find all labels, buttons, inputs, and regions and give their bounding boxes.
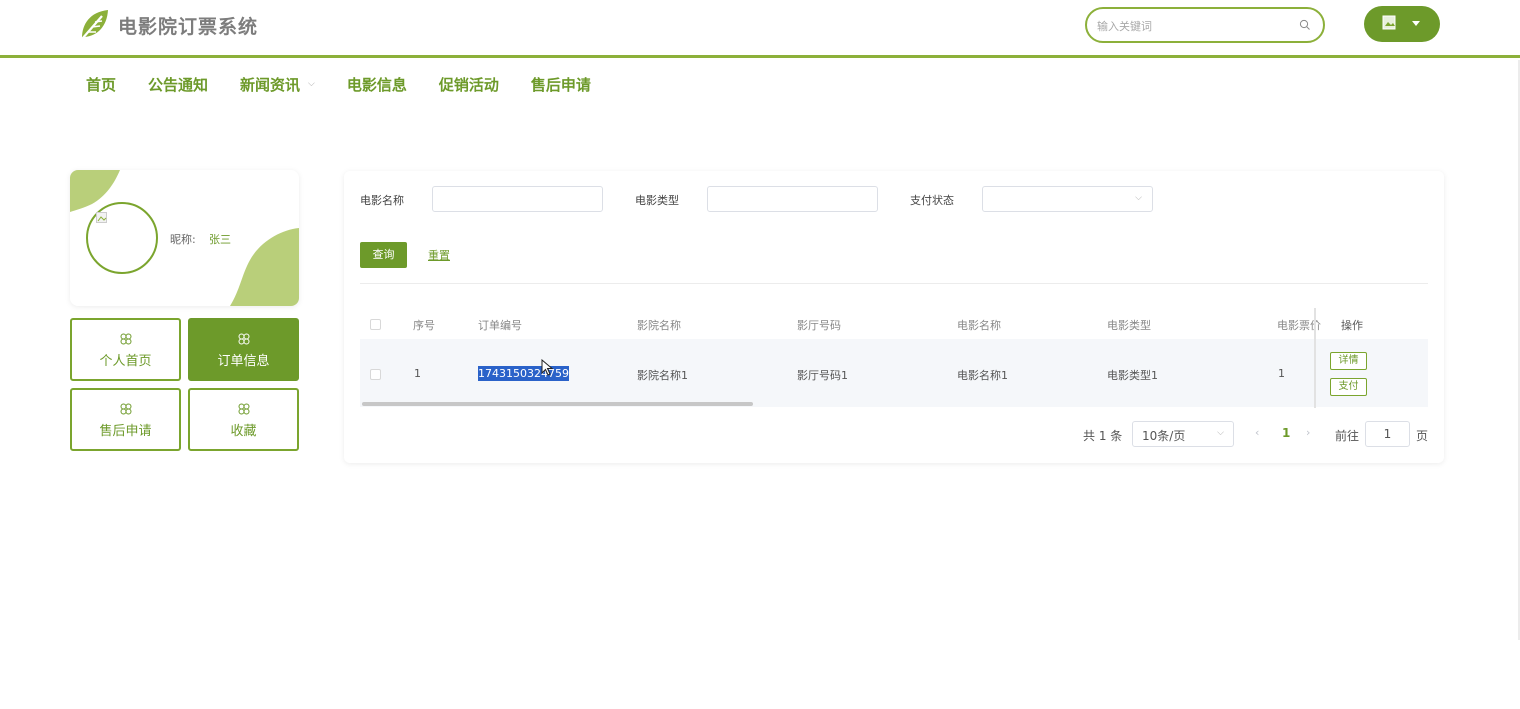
cell-hall: 影厅号码1 [797,369,848,382]
detail-button[interactable]: 详情 [1330,352,1367,370]
row-checkbox[interactable] [370,369,381,380]
table-row[interactable]: 1 1743150324759 影院名称1 影厅号码1 电影名称1 电影类型1 … [360,339,1428,407]
main-nav: 首页 公告通知 新闻资讯 ⌵ 电影信息 促销活动 售后申请 [86,72,623,96]
pay-status-filter-label: 支付状态 [910,194,954,207]
nickname-value: 张三 [209,233,231,246]
actions-column: 详情 支付 [1314,308,1412,408]
page-size-select[interactable]: 10条/页 ⌵ [1132,421,1234,447]
clover-icon [120,403,131,415]
table-header: 序号 订单编号 影院名称 影厅号码 电影名称 电影类型 电影票价 操作 [360,311,1428,339]
nav-item-after-sales[interactable]: 售后申请 [531,72,591,96]
nav-label: 促销活动 [438,75,499,94]
column-header: 序号 [413,319,435,332]
search-box[interactable] [1085,7,1325,43]
column-header: 电影名称 [957,319,1001,332]
movie-type-filter-label: 电影类型 [635,194,679,207]
movie-type-input[interactable] [707,186,878,212]
profile-card: 昵称: 张三 [70,170,299,306]
goto-label: 前往 [1335,429,1360,443]
nav-label: 公告通知 [148,75,209,94]
chevron-down-icon [1412,21,1420,26]
cell-movie: 电影名称1 [957,369,1008,382]
prev-page-icon[interactable]: ‹ [1255,426,1259,439]
user-menu-button[interactable] [1364,6,1440,42]
query-button[interactable]: 查询 [360,242,407,268]
chevron-down-icon: ⌵ [1217,428,1224,438]
side-menu-label: 订单信息 [217,354,270,369]
clover-icon [238,403,249,415]
side-menu-label: 个人首页 [99,354,152,369]
side-menu-orders[interactable]: 订单信息 [188,318,299,381]
column-header: 影院名称 [637,319,681,332]
page-size-value: 10条/页 [1142,429,1186,443]
goto-page-input[interactable]: 1 [1365,421,1410,447]
nickname-label: 昵称: [170,233,196,246]
nav-item-home[interactable]: 首页 [86,72,116,96]
side-menu-after-sales[interactable]: 售后申请 [70,388,181,451]
nav-item-news[interactable]: 新闻资讯 ⌵ [240,72,315,96]
column-header: 电影类型 [1107,319,1151,332]
search-input[interactable] [1097,17,1287,35]
horizontal-scrollbar[interactable] [362,402,753,406]
broken-image-icon [96,212,107,223]
clover-icon [120,333,131,345]
cell-type: 电影类型1 [1107,369,1158,382]
chevron-down-icon: ⌵ [1135,193,1142,203]
search-icon[interactable] [1299,19,1311,31]
nav-label: 售后申请 [530,75,591,94]
mouse-cursor-icon [541,359,554,376]
site-header: 电影院订票系统 [0,0,1520,58]
nav-label: 新闻资讯 [240,75,301,94]
divider [360,283,1428,284]
cell-order-no: 1743150324759 [478,366,569,381]
next-page-icon[interactable]: › [1306,426,1310,439]
orders-panel: 电影名称 电影类型 支付状态 ⌵ 查询 重置 序号 订单编号 影院名称 影厅号码… [344,171,1444,463]
pagination-total: 共 1 条 [1083,429,1123,443]
column-header: 影厅号码 [797,319,841,332]
clover-icon [238,333,249,345]
broken-avatar-icon [1382,15,1396,30]
site-title: 电影院订票系统 [118,16,259,38]
pay-button[interactable]: 支付 [1330,378,1367,396]
nav-item-notices[interactable]: 公告通知 [148,72,208,96]
column-header: 订单编号 [478,319,522,332]
cell-price: 1 [1278,367,1285,380]
leaf-logo-icon[interactable] [76,6,112,42]
movie-name-filter-label: 电影名称 [360,194,404,207]
nav-label: 首页 [86,75,117,94]
selected-text[interactable]: 1743150324759 [478,366,569,381]
movie-name-input[interactable] [432,186,603,212]
side-menu-label: 售后申请 [99,424,152,439]
nav-item-promotions[interactable]: 促销活动 [439,72,499,96]
chevron-down-icon: ⌵ [308,79,315,89]
reset-button[interactable]: 重置 [428,247,450,263]
nav-label: 电影信息 [346,75,407,94]
side-menu-label: 收藏 [230,424,257,439]
cell-cinema: 影院名称1 [637,369,688,382]
pay-status-select[interactable]: ⌵ [982,186,1153,212]
avatar[interactable] [86,202,158,274]
select-all-checkbox[interactable] [370,319,381,330]
nav-item-movies[interactable]: 电影信息 [347,72,407,96]
page-unit-label: 页 [1416,429,1429,443]
cell-index: 1 [414,367,421,380]
side-menu-profile-home[interactable]: 个人首页 [70,318,181,381]
current-page[interactable]: 1 [1282,426,1290,440]
side-menu-favorites[interactable]: 收藏 [188,388,299,451]
